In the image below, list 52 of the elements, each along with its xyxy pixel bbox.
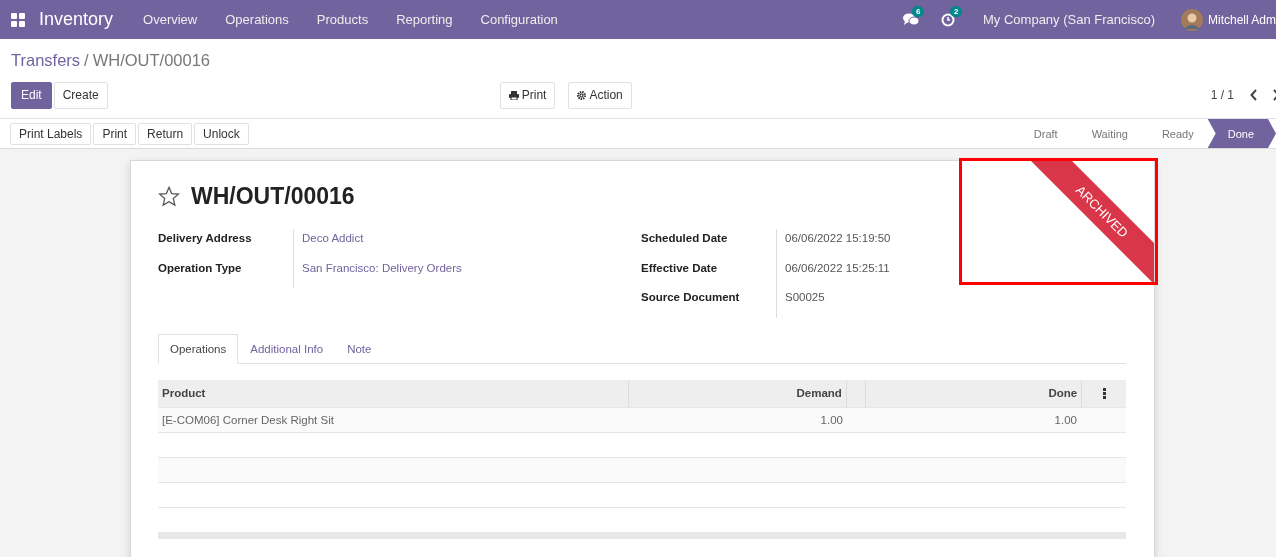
- statusbar-button[interactable]: Print: [93, 122, 137, 145]
- printer-icon: [508, 90, 519, 100]
- apps-menu-icon[interactable]: [11, 12, 25, 27]
- menu-item[interactable]: Overview: [129, 12, 212, 27]
- notebook-tab[interactable]: Note: [335, 333, 384, 364]
- notebook-tab[interactable]: Additional Info: [238, 333, 336, 364]
- count-badge: 2: [950, 5, 963, 17]
- menu-item[interactable]: Configuration: [466, 12, 572, 27]
- table-cell-text: 1.00: [1053, 412, 1078, 428]
- statusbar-button[interactable]: Unlock: [194, 122, 249, 145]
- field-text: 06/06/2022 15:19:50: [776, 229, 891, 259]
- field-text: 06/06/2022 15:25:11: [776, 258, 890, 288]
- column-header[interactable]: Done: [865, 379, 1083, 407]
- notebook-tab[interactable]: Operations: [158, 333, 239, 364]
- count-badge: 6: [912, 5, 925, 17]
- field-text: S00025: [776, 288, 825, 318]
- gear-icon: [577, 90, 587, 100]
- menu-item[interactable]: Products: [302, 12, 383, 27]
- field-label: Operation Type: [158, 260, 243, 276]
- company-switcher[interactable]: My Company (San Francisco): [983, 12, 1155, 27]
- dropdown-button[interactable]: Print: [499, 81, 556, 109]
- toolbar-button[interactable]: Create: [53, 81, 108, 109]
- table-cell-text: 1.00: [819, 412, 844, 428]
- field-label: Source Document: [641, 290, 741, 305]
- avatar-icon[interactable]: [1180, 8, 1203, 31]
- toolbar-button[interactable]: Edit: [11, 81, 52, 109]
- column-options-icon[interactable]: [1102, 387, 1106, 399]
- user-name[interactable]: Mitchell Adm: [1207, 12, 1276, 27]
- pager-value: 1 / 1: [1210, 88, 1234, 102]
- previous-icon[interactable]: [1250, 89, 1258, 101]
- field-link[interactable]: San Francisco: Delivery Orders: [293, 258, 462, 288]
- field-label: Delivery Address: [158, 231, 253, 246]
- field-link[interactable]: Deco Addict: [293, 229, 364, 259]
- app-name[interactable]: Inventory: [39, 9, 114, 30]
- dropdown-button[interactable]: Action: [568, 81, 632, 109]
- column-header[interactable]: Demand: [628, 379, 847, 407]
- statusbar-button[interactable]: Return: [138, 122, 193, 145]
- status-stage[interactable]: Done: [1207, 119, 1276, 148]
- menu-item[interactable]: Operations: [211, 12, 303, 27]
- statusbar-button[interactable]: Print Labels: [10, 122, 92, 145]
- breadcrumb-current: WH/OUT/00016: [92, 51, 211, 71]
- field-label: Effective Date: [641, 260, 719, 276]
- chat-icon[interactable]: [903, 12, 919, 27]
- star-icon[interactable]: [158, 185, 180, 207]
- field-label: Scheduled Date: [641, 231, 729, 246]
- menu-item[interactable]: Reporting: [382, 12, 467, 27]
- table-cell-text: [E-COM06] Corner Desk Right Sit: [161, 412, 335, 428]
- breadcrumb-separator: /: [84, 51, 89, 71]
- record-title: WH/OUT/00016: [191, 182, 355, 210]
- column-header[interactable]: Product: [158, 379, 629, 407]
- breadcrumb-link[interactable]: Transfers: [11, 51, 81, 73]
- clock-icon[interactable]: [941, 12, 955, 27]
